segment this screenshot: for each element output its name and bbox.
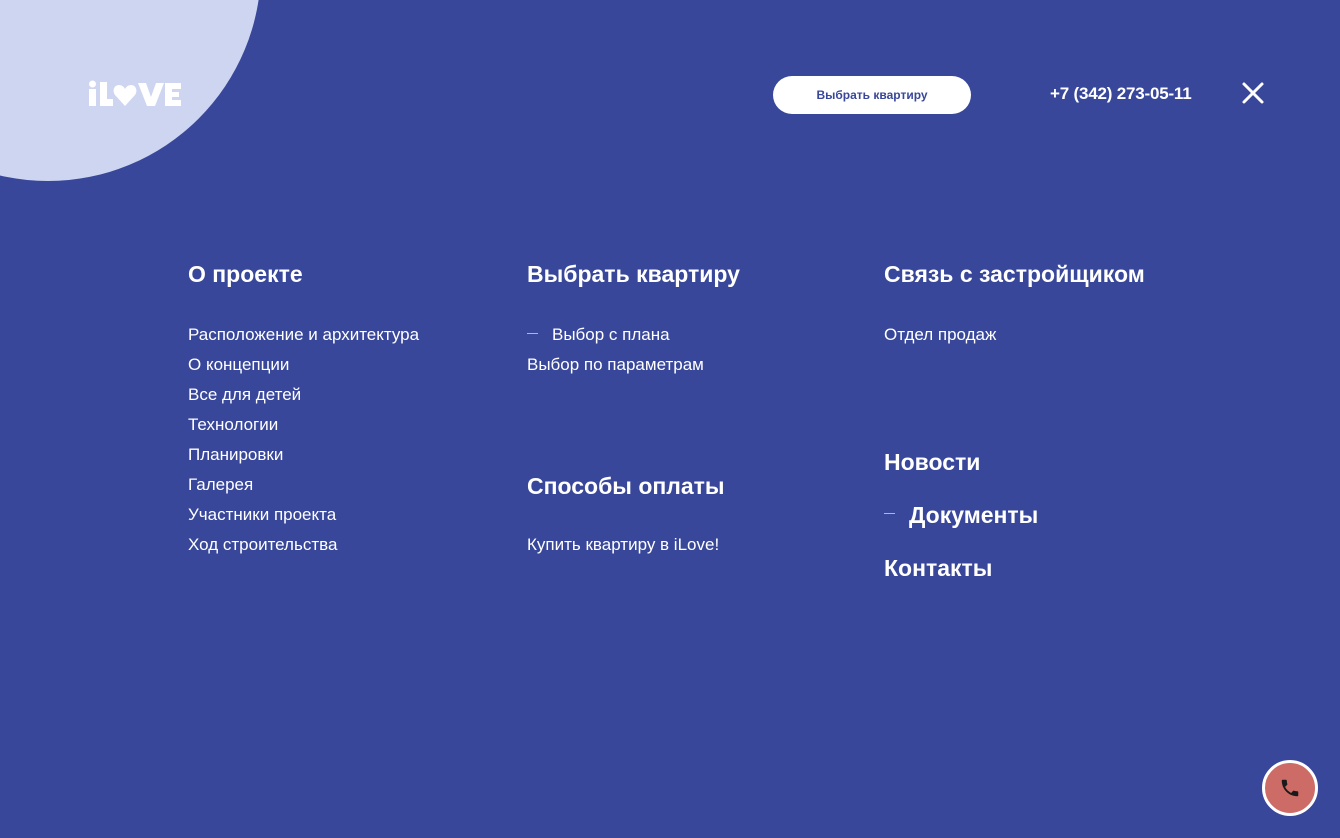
choose-apartment-button[interactable]: Выбрать квартиру [773, 76, 971, 114]
menu-title-choose[interactable]: Выбрать квартиру [527, 258, 740, 290]
active-dash [527, 332, 538, 334]
menu-item-plan-label: Выбор с плана [552, 325, 670, 344]
phone-link[interactable]: +7 (342) 273-05-11 [1050, 84, 1192, 104]
menu-column-about: О проекте Расположение и архитектура О к… [188, 258, 419, 554]
menu-item-participants[interactable]: Участники проекта [188, 500, 419, 530]
menu-item-location[interactable]: Расположение и архитектура [188, 320, 419, 350]
menu-title-developer[interactable]: Связь с застройщиком [884, 258, 1145, 290]
menu-title-payment[interactable]: Способы оплаты [527, 470, 725, 502]
menu-title-news[interactable]: Новости [884, 446, 980, 478]
menu-list-about: Расположение и архитектура О концепции В… [188, 320, 419, 560]
menu-column-developer: Связь с застройщиком Отдел продаж Новост… [884, 258, 1145, 581]
menu-item-sales[interactable]: Отдел продаж [884, 320, 996, 350]
menu-column-choose: Выбрать квартиру Выбор с плана Выбор по … [527, 258, 740, 554]
menu-list-developer: Отдел продаж [884, 320, 996, 350]
menu-title-about[interactable]: О проекте [188, 258, 303, 290]
menu-list-choose: Выбор с плана Выбор по параметрам [527, 320, 704, 380]
menu-item-concept[interactable]: О концепции [188, 350, 419, 380]
menu-item-params[interactable]: Выбор по параметрам [527, 350, 704, 380]
menu-title-documents-label: Документы [909, 502, 1039, 528]
logo-icon [89, 80, 181, 106]
menu-title-documents[interactable]: Документы [884, 499, 1038, 531]
active-dash [884, 512, 895, 514]
menu-item-technology[interactable]: Технологии [188, 410, 419, 440]
menu-overlay: Выбрать квартиру +7 (342) 273-05-11 О пр… [0, 0, 1340, 838]
menu-item-buy[interactable]: Купить квартиру в iLove! [527, 532, 719, 558]
menu-item-construction[interactable]: Ход строительства [188, 530, 419, 560]
menu-item-kids[interactable]: Все для детей [188, 380, 419, 410]
menu-title-contacts[interactable]: Контакты [884, 552, 992, 584]
phone-icon [1281, 779, 1299, 797]
menu-item-plan[interactable]: Выбор с плана [527, 320, 704, 350]
menu-item-layouts[interactable]: Планировки [188, 440, 419, 470]
close-icon[interactable] [1240, 80, 1266, 106]
call-button[interactable] [1262, 760, 1318, 816]
logo[interactable] [88, 80, 182, 108]
menu-item-gallery[interactable]: Галерея [188, 470, 419, 500]
